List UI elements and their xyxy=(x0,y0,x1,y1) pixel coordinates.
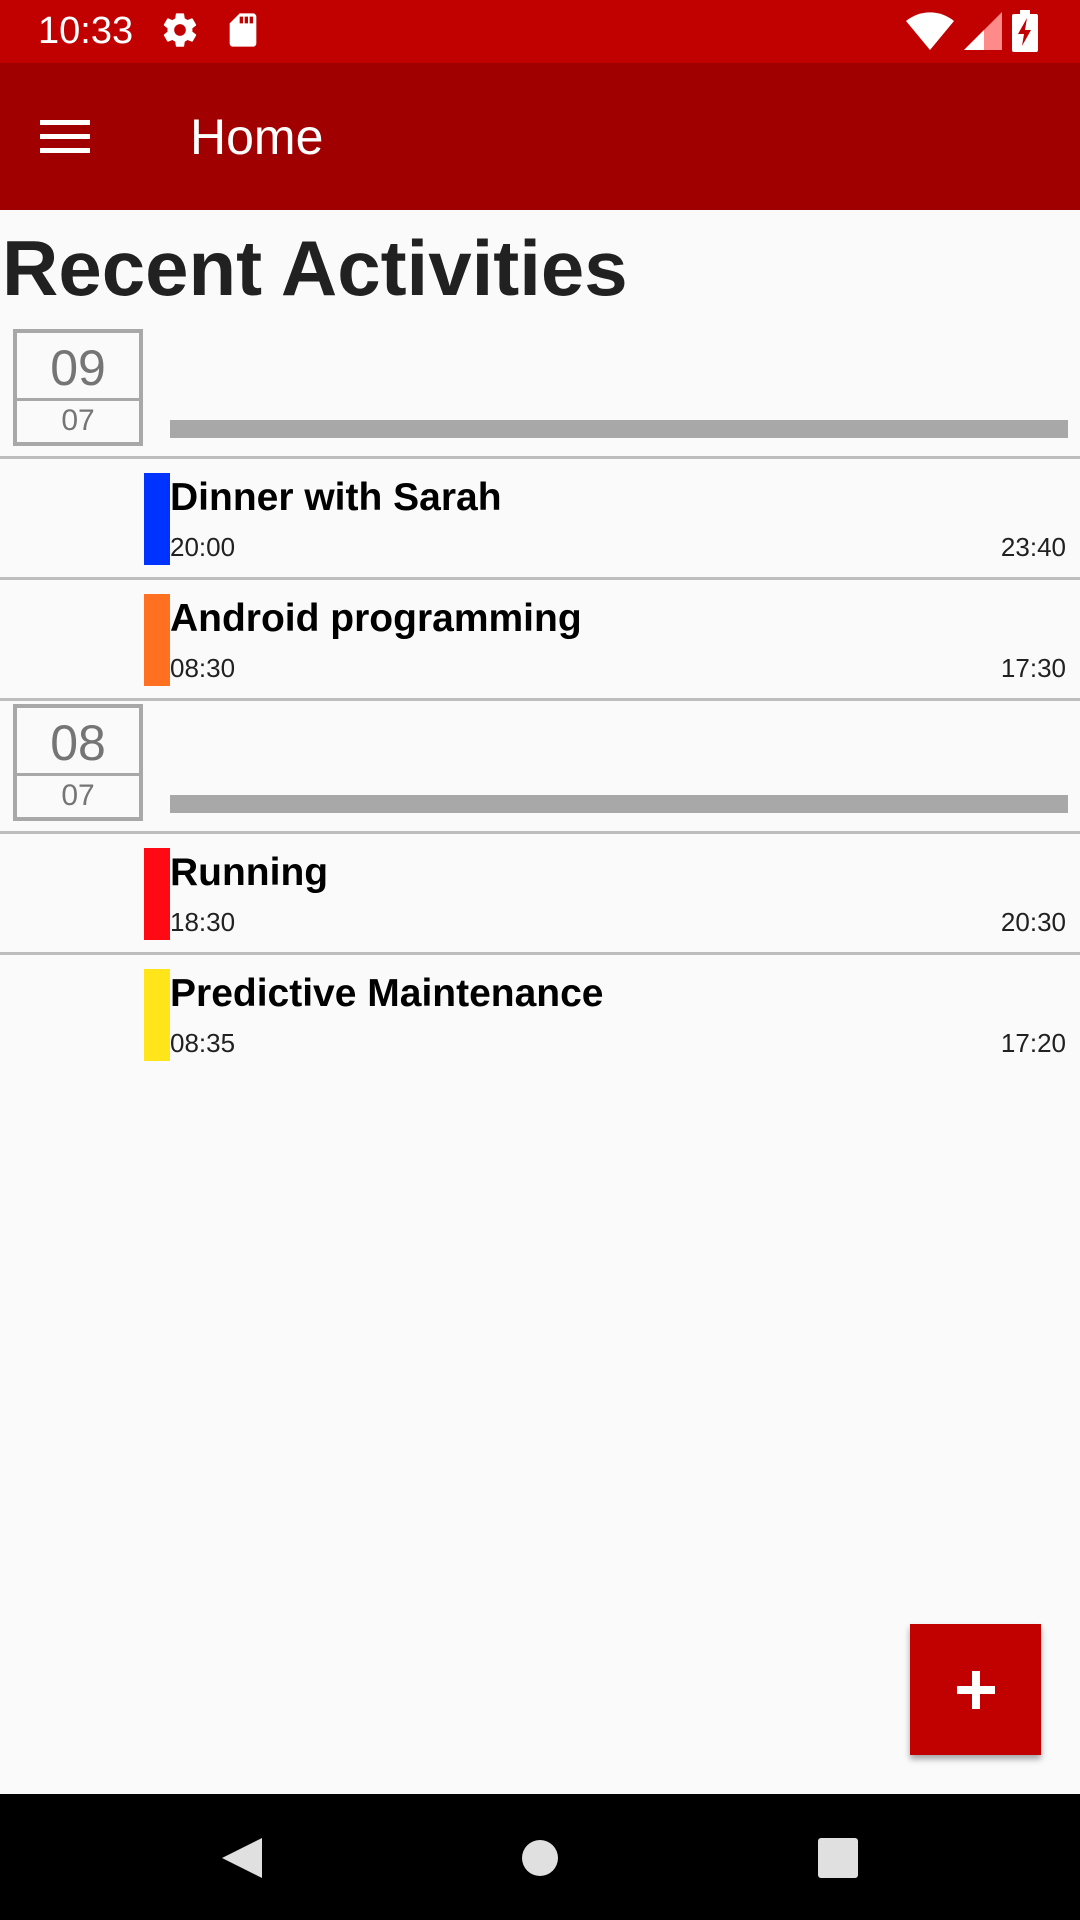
activity-start-time: 20:00 xyxy=(170,532,236,562)
date-month: 07 xyxy=(61,779,95,812)
activity-color-bar xyxy=(144,594,170,686)
wifi-icon xyxy=(906,10,954,57)
date-day: 09 xyxy=(17,333,139,401)
activity-list: 09 07 Dinner with Sarah 20:00 23:40 Andr… xyxy=(0,326,1080,1076)
activity-start-time: 08:35 xyxy=(170,1028,236,1058)
date-day: 08 xyxy=(17,708,139,776)
activity-end-time: 17:30 xyxy=(1000,653,1066,683)
status-bar: 10:33 xyxy=(0,0,1080,63)
gear-icon xyxy=(160,10,200,55)
activity-name: Dinner with Sarah xyxy=(170,476,502,519)
activity-color-bar xyxy=(144,969,170,1061)
app-title: Home xyxy=(190,109,324,165)
activity-end-time: 20:30 xyxy=(1000,907,1066,937)
app-bar: Home xyxy=(0,63,1080,210)
activity-name: Running xyxy=(170,851,329,894)
plus-icon xyxy=(910,1624,1041,1755)
home-icon[interactable] xyxy=(512,1830,568,1886)
date-header: 09 07 xyxy=(0,326,1080,459)
back-icon[interactable] xyxy=(214,1830,270,1886)
date-divider xyxy=(170,795,1068,813)
activity-item[interactable]: Predictive Maintenance 08:35 17:20 xyxy=(0,955,1080,1076)
activity-end-time: 17:20 xyxy=(1000,1028,1066,1058)
activity-name: Predictive Maintenance xyxy=(170,972,604,1015)
hamburger-menu-icon[interactable] xyxy=(40,113,100,159)
recents-icon[interactable] xyxy=(810,1830,866,1886)
activity-color-bar xyxy=(144,473,170,565)
activity-color-bar xyxy=(144,848,170,940)
cell-signal-icon xyxy=(962,10,1002,57)
sd-card-icon xyxy=(223,10,263,55)
activity-item[interactable]: Running 18:30 20:30 xyxy=(0,834,1080,955)
activity-item[interactable]: Android programming 08:30 17:30 xyxy=(0,580,1080,701)
activity-name: Android programming xyxy=(170,597,582,640)
status-time: 10:33 xyxy=(38,10,134,52)
date-header: 08 07 xyxy=(0,701,1080,834)
activity-end-time: 23:40 xyxy=(1000,532,1066,562)
battery-charging-icon xyxy=(1012,10,1038,57)
date-badge: 08 07 xyxy=(13,704,143,821)
date-divider xyxy=(170,420,1068,438)
page-title: Recent Activities xyxy=(2,224,628,312)
activity-start-time: 08:30 xyxy=(170,653,236,683)
activity-start-time: 18:30 xyxy=(170,907,236,937)
date-badge: 09 07 xyxy=(13,329,143,446)
date-month: 07 xyxy=(61,404,95,437)
add-activity-button[interactable] xyxy=(910,1624,1041,1755)
navigation-bar xyxy=(0,1794,1080,1920)
activity-item[interactable]: Dinner with Sarah 20:00 23:40 xyxy=(0,459,1080,580)
